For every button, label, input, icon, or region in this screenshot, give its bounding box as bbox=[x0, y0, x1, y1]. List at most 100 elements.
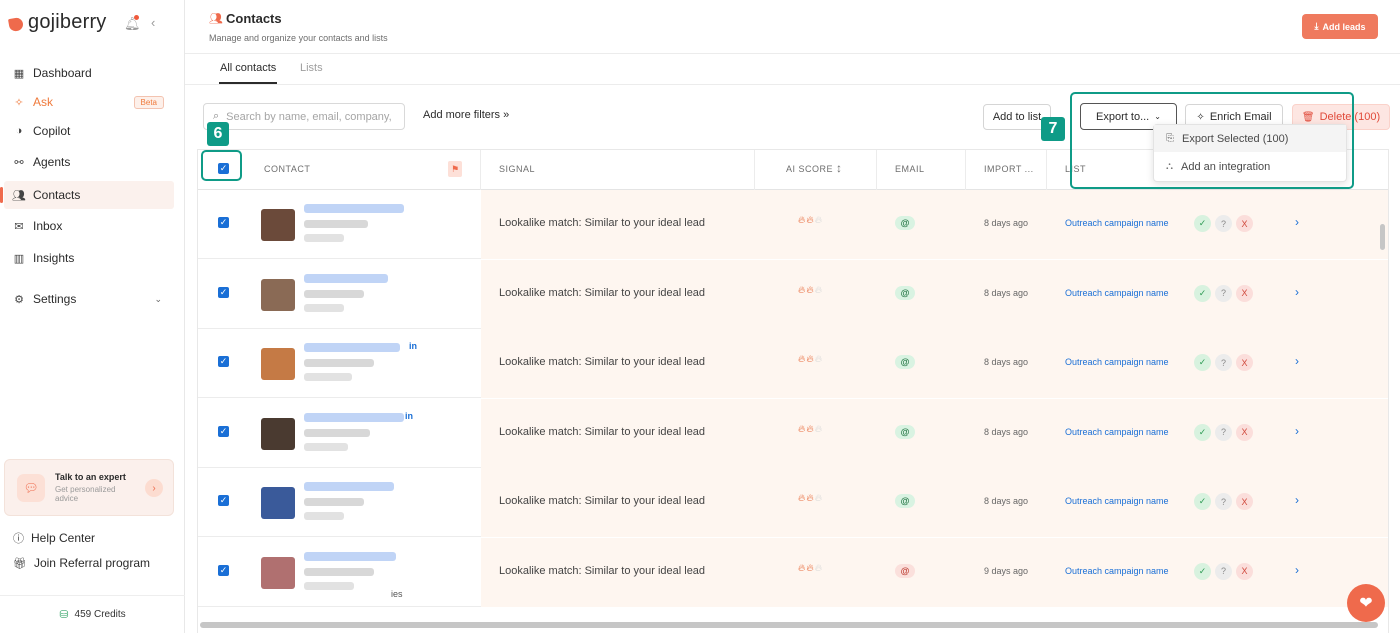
email-status-icon[interactable]: @ bbox=[895, 355, 915, 369]
sidebar-item-inbox[interactable]: ✉ Inbox bbox=[4, 212, 174, 240]
horizontal-scrollbar[interactable] bbox=[200, 622, 1378, 628]
collapse-sidebar-icon[interactable]: ‹ bbox=[151, 15, 155, 30]
question-icon[interactable]: ? bbox=[1215, 354, 1232, 371]
list-link[interactable]: Outreach campaign name bbox=[1065, 566, 1169, 576]
email-status-icon[interactable]: @ bbox=[895, 494, 915, 508]
approve-icon[interactable]: ✓ bbox=[1194, 493, 1211, 510]
question-icon[interactable]: ? bbox=[1215, 562, 1232, 580]
list-link[interactable]: Outreach campaign name bbox=[1065, 357, 1169, 367]
table-row[interactable]: ✓ Lookalike match: Similar to your ideal … bbox=[198, 259, 1388, 329]
chevron-right-icon[interactable]: › bbox=[1295, 563, 1299, 577]
question-icon[interactable]: ? bbox=[1215, 423, 1232, 441]
contact-title-redacted bbox=[304, 498, 364, 506]
flame-icon: 🔥︎ bbox=[814, 215, 824, 226]
search-input[interactable]: ⌕ Search by name, email, company, bbox=[203, 103, 405, 130]
list-link[interactable]: Outreach campaign name bbox=[1065, 288, 1169, 298]
flame-icon: 🔥︎ bbox=[806, 215, 815, 226]
email-status-icon[interactable]: @ bbox=[895, 216, 915, 230]
flame-icon: 🔥︎ bbox=[814, 493, 824, 504]
chevron-right-icon[interactable]: › bbox=[1295, 285, 1299, 299]
list-link[interactable]: Outreach campaign name bbox=[1065, 218, 1169, 228]
logo[interactable]: gojiberry bbox=[9, 11, 107, 34]
credits-label: 459 Credits bbox=[74, 609, 126, 620]
approve-icon[interactable]: ✓ bbox=[1194, 354, 1211, 371]
list-link[interactable]: Outreach campaign name bbox=[1065, 427, 1169, 437]
chevron-right-icon[interactable]: › bbox=[1295, 354, 1299, 368]
help-center-link[interactable]: ⓘ Help Center bbox=[13, 530, 95, 546]
row-checkbox[interactable]: ✓ bbox=[218, 564, 229, 576]
table-row[interactable]: ✓ Lookalike match: Similar to your ideal … bbox=[198, 468, 1388, 537]
contact-title-redacted bbox=[304, 220, 368, 228]
row-checkbox[interactable]: ✓ bbox=[218, 425, 229, 437]
chevron-right-icon[interactable]: › bbox=[1295, 215, 1299, 229]
row-checkbox[interactable]: ✓ bbox=[218, 286, 229, 298]
column-header-import[interactable]: IMPORT ... bbox=[984, 164, 1034, 174]
signal-text: Lookalike match: Similar to your ideal l… bbox=[499, 217, 706, 229]
vertical-scrollbar[interactable] bbox=[1380, 224, 1385, 250]
reject-icon[interactable]: X bbox=[1236, 423, 1253, 441]
table-row[interactable]: ✓ Lookalike match: Similar to your ideal … bbox=[198, 190, 1388, 259]
sort-icon[interactable]: ↕ bbox=[836, 161, 843, 175]
reject-icon[interactable]: X bbox=[1236, 562, 1253, 580]
email-status-icon[interactable]: @ bbox=[895, 424, 915, 439]
chevron-right-icon[interactable]: › bbox=[1295, 424, 1299, 438]
add-more-filters-button[interactable]: Add more filters » bbox=[423, 109, 509, 121]
app-root: gojiberry 🔔︎ ‹ ▦ Dashboard ✧ Ask Beta ◑ … bbox=[0, 0, 1400, 633]
sidebar-item-label: Agents bbox=[33, 155, 71, 169]
column-header-ai-score[interactable]: AI SCORE bbox=[786, 164, 833, 174]
sidebar-item-agents[interactable]: ⚯ Agents bbox=[4, 148, 174, 176]
sidebar-item-settings[interactable]: ⚙ Settings ⌄ bbox=[4, 285, 174, 313]
linkedin-icon[interactable]: in bbox=[409, 341, 417, 351]
add-leads-label: Add leads bbox=[1322, 21, 1366, 32]
referral-link[interactable]: 🎁︎ Join Referral program bbox=[13, 556, 150, 570]
table-row[interactable]: ✓ ies Lookalike match: Similar to your ide… bbox=[198, 537, 1388, 607]
row-checkbox[interactable]: ✓ bbox=[218, 217, 229, 228]
email-status-icon[interactable]: @ bbox=[895, 285, 915, 300]
row-checkbox[interactable]: ✓ bbox=[218, 495, 229, 506]
talk-to-expert-card[interactable]: 💬︎ Talk to an expert Get personalized ad… bbox=[4, 459, 174, 516]
flame-icon: 🔥︎ bbox=[806, 423, 815, 435]
table-row[interactable]: ✓ in Lookalike match: Similar to your idea… bbox=[198, 329, 1388, 398]
sidebar-item-insights[interactable]: ▥ Insights bbox=[4, 244, 174, 272]
row-checkbox[interactable]: ✓ bbox=[218, 356, 229, 367]
reject-icon[interactable]: X bbox=[1236, 354, 1253, 371]
chat-icon: 💬︎ bbox=[17, 474, 45, 502]
email-status-icon[interactable]: @ bbox=[895, 563, 915, 578]
approve-icon[interactable]: ✓ bbox=[1194, 284, 1211, 302]
sidebar-item-ask[interactable]: ✧ Ask Beta bbox=[4, 88, 174, 116]
contact-name-redacted bbox=[304, 412, 404, 422]
approve-icon[interactable]: ✓ bbox=[1194, 423, 1211, 441]
contact-name-redacted bbox=[304, 273, 388, 283]
chevron-right-icon[interactable]: › bbox=[145, 479, 163, 497]
column-header-signal[interactable]: SIGNAL bbox=[499, 164, 535, 174]
reject-icon[interactable]: X bbox=[1236, 284, 1253, 302]
page-title: Contacts bbox=[226, 11, 282, 26]
list-link[interactable]: Outreach campaign name bbox=[1065, 496, 1169, 506]
sidebar-item-dashboard[interactable]: ▦ Dashboard bbox=[4, 59, 174, 87]
tab-all-contacts[interactable]: All contacts bbox=[218, 62, 278, 84]
question-icon[interactable]: ? bbox=[1215, 493, 1232, 510]
table-row[interactable]: ✓ in Lookalike match: Similar to your idea… bbox=[198, 398, 1388, 468]
column-header-email[interactable]: EMAIL bbox=[895, 164, 925, 174]
sidebar-item-copilot[interactable]: ◑ Copilot bbox=[4, 117, 174, 145]
chevron-right-icon[interactable]: › bbox=[1295, 493, 1299, 507]
add-leads-button[interactable]: ⤓ Add leads bbox=[1302, 14, 1378, 39]
sidebar: gojiberry 🔔︎ ‹ ▦ Dashboard ✧ Ask Beta ◑ … bbox=[0, 0, 185, 633]
logo-text: gojiberry bbox=[28, 11, 107, 33]
column-header-contact[interactable]: CONTACT bbox=[264, 164, 310, 174]
credits-indicator[interactable]: ⛁ 459 Credits bbox=[0, 595, 185, 633]
reject-icon[interactable]: X bbox=[1236, 215, 1253, 232]
question-icon[interactable]: ? bbox=[1215, 284, 1232, 302]
question-icon[interactable]: ? bbox=[1215, 215, 1232, 232]
sidebar-item-contacts[interactable]: 👥︎ Contacts bbox=[0, 181, 174, 209]
column-divider bbox=[1046, 150, 1047, 190]
linkedin-icon[interactable]: in bbox=[405, 411, 413, 421]
chat-support-button[interactable]: ❤ bbox=[1347, 584, 1385, 622]
beta-badge: Beta bbox=[133, 95, 164, 109]
reject-icon[interactable]: X bbox=[1236, 493, 1253, 510]
tab-lists[interactable]: Lists bbox=[300, 62, 323, 74]
approve-icon[interactable]: ✓ bbox=[1194, 215, 1211, 232]
pin-icon[interactable]: ⚑ bbox=[448, 161, 462, 177]
approve-icon[interactable]: ✓ bbox=[1194, 562, 1211, 580]
help-center-label: Help Center bbox=[31, 531, 96, 545]
